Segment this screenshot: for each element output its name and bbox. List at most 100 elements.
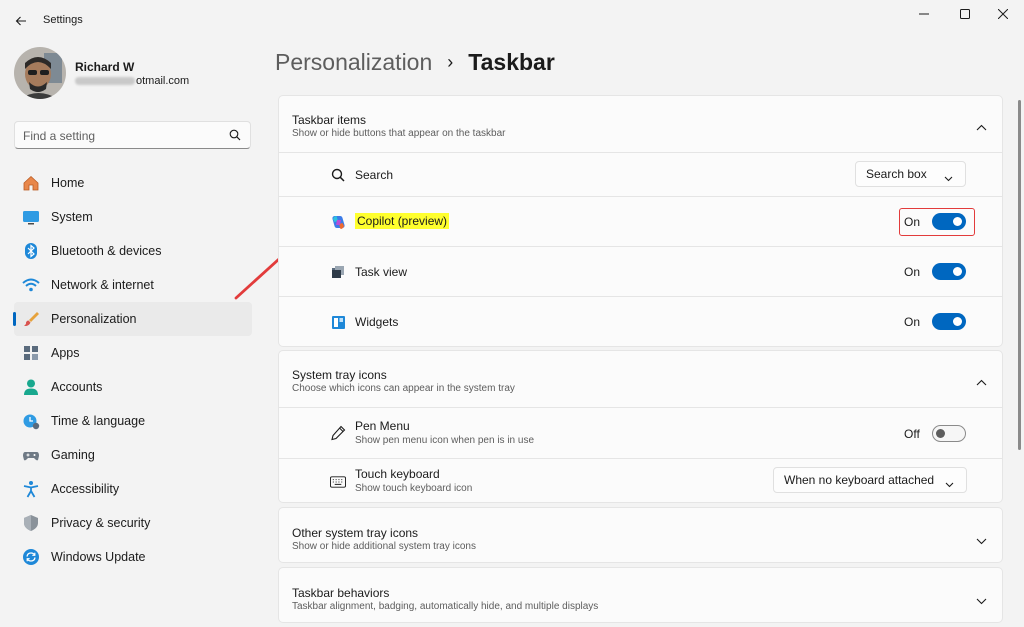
update-icon: [22, 548, 40, 566]
gaming-icon: [22, 446, 40, 464]
task-view-toggle-state: On: [904, 265, 921, 279]
maximize-button[interactable]: [945, 2, 985, 26]
sidebar-item-system[interactable]: System: [14, 200, 252, 234]
copilot-label-highlight: Copilot (preview): [355, 213, 450, 229]
section-subtitle: Show or hide buttons that appear on the …: [292, 128, 506, 139]
search-mode-value: Search box: [866, 167, 927, 181]
section-subtitle: Show or hide additional system tray icon…: [292, 541, 476, 552]
chevron-down-icon[interactable]: [976, 592, 987, 610]
section-title: Taskbar behaviors: [292, 586, 390, 600]
task-view-setting-row: Task view On: [279, 246, 1002, 296]
sidebar-item-personalization[interactable]: Personalization: [13, 302, 252, 336]
sidebar-item-network[interactable]: Network & internet: [14, 268, 252, 302]
annotation-highlight-box: [899, 208, 975, 236]
sidebar-item-accessibility[interactable]: Accessibility: [14, 472, 252, 506]
accessibility-icon: [22, 480, 40, 498]
widgets-toggle-state: On: [904, 315, 921, 329]
search-setting-row: Search Search box: [279, 152, 1002, 196]
sidebar-item-label: Personalization: [51, 312, 137, 326]
pen-menu-description: Show pen menu icon when pen is in use: [355, 435, 535, 446]
close-button[interactable]: [983, 2, 1023, 26]
sidebar-item-bluetooth[interactable]: Bluetooth & devices: [14, 234, 252, 268]
widgets-toggle[interactable]: [932, 313, 966, 330]
sidebar-item-label: Accessibility: [51, 482, 120, 496]
scrollbar[interactable]: [1018, 100, 1021, 450]
chevron-up-icon[interactable]: [976, 118, 987, 136]
app-title: Settings: [43, 14, 83, 26]
search-mode-dropdown[interactable]: Search box: [855, 161, 966, 187]
user-name: Richard W: [75, 60, 135, 74]
time-language-icon: [22, 412, 40, 430]
section-title: System tray icons: [292, 368, 387, 382]
search-icon: [330, 167, 346, 183]
copilot-setting-row: Copilot (preview) On: [279, 196, 1002, 246]
chevron-down-icon: [944, 171, 953, 185]
search-icon[interactable]: [229, 128, 241, 146]
bluetooth-icon: [22, 242, 40, 260]
sidebar-item-windows-update[interactable]: Windows Update: [14, 540, 252, 574]
sidebar-item-gaming[interactable]: Gaming: [14, 438, 252, 472]
widgets-icon: [330, 314, 346, 330]
sidebar-item-label: Bluetooth & devices: [51, 244, 162, 258]
touch-keyboard-setting-row: Touch keyboard Show touch keyboard icon …: [279, 458, 1002, 503]
task-view-toggle[interactable]: [932, 263, 966, 280]
touch-keyboard-label: Touch keyboard: [355, 467, 440, 481]
accounts-icon: [22, 378, 40, 396]
sidebar-item-label: Gaming: [51, 448, 95, 462]
user-email: otmail.com: [75, 75, 189, 87]
sidebar-item-label: System: [51, 210, 93, 224]
avatar[interactable]: [14, 47, 66, 99]
sidebar-item-label: Apps: [51, 346, 80, 360]
pen-menu-toggle-state: Off: [904, 427, 920, 441]
breadcrumb-separator: ›: [447, 52, 454, 72]
copilot-setting-label: Copilot (preview): [355, 213, 450, 229]
system-tray-header[interactable]: System tray icons Choose which icons can…: [279, 351, 1002, 407]
chevron-down-icon[interactable]: [976, 532, 987, 550]
back-arrow-icon: [15, 16, 26, 26]
sidebar-item-apps[interactable]: Apps: [14, 336, 252, 370]
home-icon: [22, 174, 40, 192]
wifi-icon: [22, 276, 40, 294]
sidebar-item-privacy[interactable]: Privacy & security: [14, 506, 252, 540]
search-input[interactable]: [23, 127, 223, 144]
minimize-button[interactable]: [904, 2, 944, 26]
email-redaction: [75, 77, 135, 86]
sidebar-item-label: Windows Update: [51, 550, 146, 564]
system-tray-section: System tray icons Choose which icons can…: [278, 350, 1003, 503]
sidebar-nav: Home System Bluetooth & devices Network …: [13, 166, 252, 574]
pen-menu-toggle[interactable]: [932, 425, 966, 442]
widgets-setting-label: Widgets: [355, 315, 399, 329]
sidebar-item-accounts[interactable]: Accounts: [14, 370, 252, 404]
widgets-setting-row: Widgets On: [279, 296, 1002, 346]
touch-keyboard-dropdown[interactable]: When no keyboard attached: [773, 467, 967, 493]
email-domain: otmail.com: [136, 75, 190, 87]
section-subtitle: Choose which icons can appear in the sys…: [292, 383, 515, 394]
chevron-up-icon[interactable]: [976, 373, 987, 391]
sidebar-item-label: Network & internet: [51, 278, 154, 292]
back-button[interactable]: [8, 8, 34, 34]
apps-icon: [22, 344, 40, 362]
touch-keyboard-value: When no keyboard attached: [784, 473, 935, 487]
sidebar-item-time-language[interactable]: Time & language: [14, 404, 252, 438]
taskbar-items-header[interactable]: Taskbar items Show or hide buttons that …: [279, 96, 1002, 152]
section-title: Taskbar items: [292, 113, 367, 127]
pen-menu-setting-row: Pen Menu Show pen menu icon when pen is …: [279, 407, 1002, 458]
close-icon: [998, 9, 1008, 19]
section-subtitle: Taskbar alignment, badging, automaticall…: [292, 601, 599, 612]
pen-menu-label: Pen Menu: [355, 419, 410, 433]
sidebar-item-label: Home: [51, 176, 85, 190]
task-view-setting-label: Task view: [355, 265, 408, 279]
breadcrumb-parent[interactable]: Personalization: [275, 49, 432, 76]
chevron-down-icon: [945, 477, 954, 491]
touch-keyboard-description: Show touch keyboard icon: [355, 483, 473, 494]
other-tray-icons-section[interactable]: Other system tray icons Show or hide add…: [278, 507, 1003, 563]
taskbar-behaviors-section[interactable]: Taskbar behaviors Taskbar alignment, bad…: [278, 567, 1003, 623]
maximize-icon: [960, 9, 970, 19]
page-title: Taskbar: [468, 49, 555, 75]
sidebar-item-home[interactable]: Home: [14, 166, 252, 200]
system-icon: [22, 208, 40, 226]
shield-icon: [22, 514, 40, 532]
pen-icon: [330, 425, 346, 441]
search-box[interactable]: [14, 121, 251, 149]
minimize-icon: [919, 13, 929, 15]
